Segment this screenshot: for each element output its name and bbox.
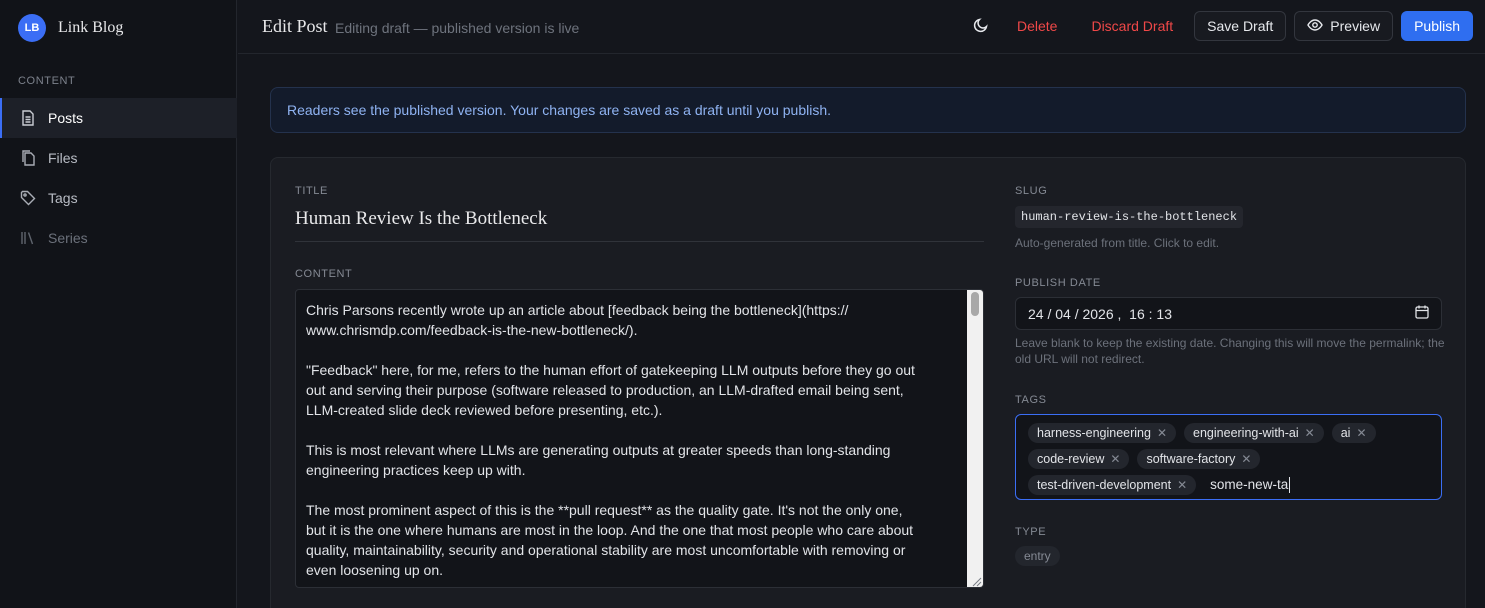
- sidebar-item-series[interactable]: Series: [0, 218, 237, 258]
- tag-label: code-review: [1037, 452, 1105, 466]
- tag-text-input[interactable]: some-new-ta: [1210, 477, 1291, 493]
- save-draft-button[interactable]: Save Draft: [1194, 11, 1287, 41]
- scrollbar-thumb[interactable]: [971, 292, 979, 316]
- tag-label: harness-engineering: [1037, 426, 1151, 440]
- tag-label: engineering-with-ai: [1193, 426, 1299, 440]
- remove-tag-icon[interactable]: ✕: [1110, 452, 1120, 466]
- sidebar-item-label: Series: [48, 230, 88, 246]
- sidebar-nav: Posts Files Tags Series: [0, 98, 237, 258]
- tag-row: harness-engineering ✕ engineering-with-ai…: [1028, 420, 1429, 446]
- brand[interactable]: LB Link Blog: [18, 14, 123, 42]
- document-icon: [20, 110, 36, 126]
- theme-toggle-button[interactable]: [966, 11, 996, 41]
- tag-label: test-driven-development: [1037, 478, 1172, 492]
- tag-chip: test-driven-development ✕: [1028, 475, 1197, 495]
- tag-chip: harness-engineering ✕: [1028, 423, 1177, 443]
- sidebar-item-label: Tags: [48, 190, 78, 206]
- draft-info-banner: Readers see the published version. Your …: [270, 87, 1466, 133]
- publish-date-label: PUBLISH DATE: [1015, 277, 1101, 289]
- tag-chip: engineering-with-ai ✕: [1184, 423, 1324, 443]
- preview-label: Preview: [1330, 18, 1381, 34]
- tag-row: test-driven-development ✕ some-new-ta: [1028, 472, 1429, 498]
- content-textarea[interactable]: Chris Parsons recently wrote up an artic…: [295, 289, 984, 588]
- header-actions: Delete Discard Draft Save Draft Preview …: [966, 11, 1473, 41]
- page-title: Edit Post: [262, 16, 328, 36]
- discard-draft-button[interactable]: Discard Draft: [1078, 11, 1186, 41]
- remove-tag-icon[interactable]: ✕: [1241, 452, 1251, 466]
- preview-button[interactable]: Preview: [1294, 11, 1394, 41]
- tag-chip: software-factory ✕: [1137, 449, 1261, 469]
- remove-tag-icon[interactable]: ✕: [1305, 426, 1315, 440]
- calendar-icon[interactable]: [1415, 305, 1429, 322]
- brand-logo: LB: [18, 14, 46, 42]
- type-value: entry: [1015, 546, 1060, 566]
- publish-date-value: 24 / 04 / 2026 , 16 : 13: [1028, 305, 1172, 322]
- tags-label: TAGS: [1015, 394, 1047, 406]
- post-editor-card: TITLE Human Review Is the Bottleneck CON…: [270, 157, 1466, 608]
- tag-row: code-review ✕ software-factory ✕: [1028, 446, 1429, 472]
- sidebar-item-posts[interactable]: Posts: [0, 98, 237, 138]
- tag-chip: ai ✕: [1331, 423, 1376, 443]
- remove-tag-icon[interactable]: ✕: [1157, 426, 1167, 440]
- publish-button[interactable]: Publish: [1401, 11, 1473, 41]
- slug-label: SLUG: [1015, 185, 1048, 197]
- publish-date-input[interactable]: 24 / 04 / 2026 , 16 : 13: [1015, 297, 1442, 330]
- type-label: TYPE: [1015, 526, 1047, 538]
- tag-chip: code-review ✕: [1028, 449, 1130, 469]
- top-header: Edit Post Editing draft — published vers…: [238, 0, 1485, 54]
- delete-button[interactable]: Delete: [1004, 11, 1070, 41]
- tag-label: ai: [1340, 426, 1351, 440]
- resize-handle-icon[interactable]: [970, 574, 982, 587]
- files-icon: [20, 150, 36, 166]
- sidebar-item-files[interactable]: Files: [0, 138, 237, 178]
- moon-icon: [973, 17, 989, 36]
- tag-icon: [20, 190, 36, 206]
- content-label: CONTENT: [295, 268, 353, 280]
- sidebar-section-label: CONTENT: [18, 75, 76, 87]
- tag-label: software-factory: [1146, 452, 1236, 466]
- remove-tag-icon[interactable]: ✕: [1177, 478, 1187, 492]
- title-label: TITLE: [295, 185, 328, 197]
- content-text: Chris Parsons recently wrote up an artic…: [306, 302, 915, 578]
- library-icon: [20, 230, 36, 246]
- tags-input[interactable]: harness-engineering ✕ engineering-with-ai…: [1015, 414, 1442, 500]
- sidebar: LB Link Blog CONTENT Posts Files Tags Se…: [0, 0, 237, 608]
- content-scrollbar[interactable]: [967, 290, 983, 587]
- sidebar-item-label: Posts: [48, 110, 84, 126]
- slug-help: Auto-generated from title. Click to edit…: [1015, 236, 1220, 250]
- slug-value[interactable]: human-review-is-the-bottleneck: [1015, 206, 1244, 228]
- sidebar-item-label: Files: [48, 150, 78, 166]
- title-input[interactable]: Human Review Is the Bottleneck: [295, 206, 984, 242]
- sidebar-item-tags[interactable]: Tags: [0, 178, 237, 218]
- publish-date-help: Leave blank to keep the existing date. C…: [1015, 336, 1445, 366]
- remove-tag-icon[interactable]: ✕: [1356, 426, 1366, 440]
- eye-icon: [1307, 18, 1324, 34]
- page-subtitle: Editing draft — published version is liv…: [335, 20, 580, 36]
- brand-name: Link Blog: [58, 19, 124, 36]
